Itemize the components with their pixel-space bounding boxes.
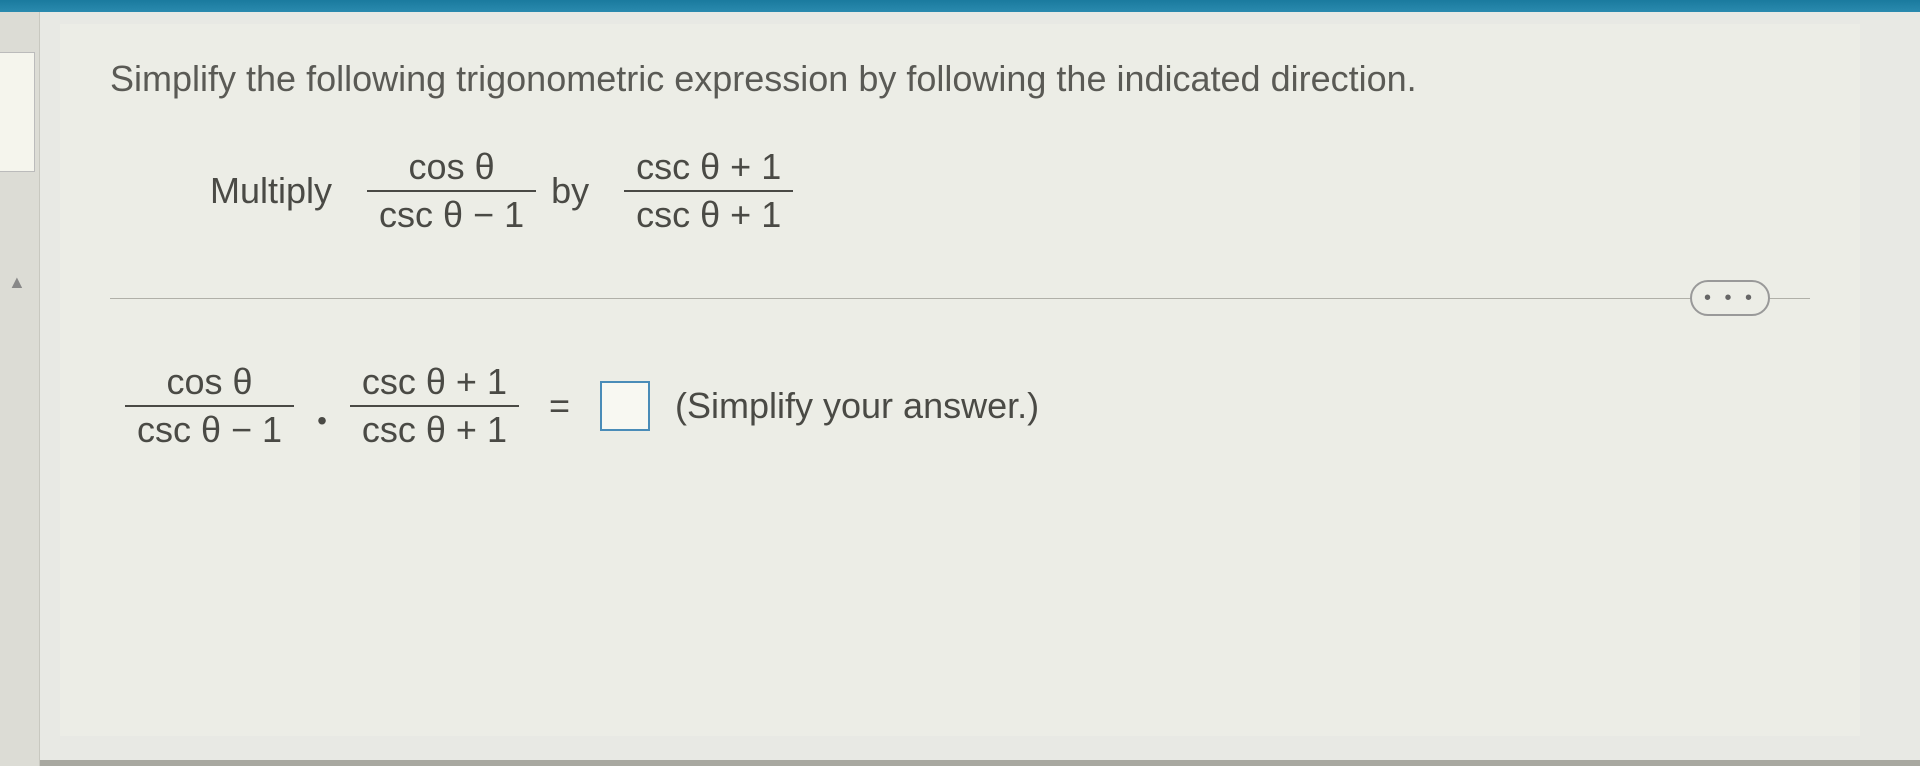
simplify-note: (Simplify your answer.)	[675, 385, 1039, 427]
answer-expression: cos θ csc θ − 1 • csc θ + 1 csc θ + 1 = …	[110, 359, 1810, 453]
more-options-button[interactable]: • • •	[1690, 280, 1770, 316]
ellipsis-icon: • • •	[1704, 287, 1756, 310]
frac2-denominator: csc θ + 1	[624, 190, 793, 238]
side-tab[interactable]	[0, 52, 35, 172]
instruction-text: Simplify the following trigonometric exp…	[110, 54, 1810, 104]
ans-frac1-denominator: csc θ − 1	[125, 405, 294, 453]
top-bar	[0, 0, 1920, 12]
question-content: Simplify the following trigonometric exp…	[60, 24, 1860, 736]
frac2-numerator: csc θ + 1	[624, 144, 793, 190]
ans-frac2-denominator: csc θ + 1	[350, 405, 519, 453]
multiply-direction: Multiply cos θ csc θ − 1 by csc θ + 1 cs…	[210, 144, 1810, 238]
multiply-label: Multiply	[210, 170, 332, 212]
ans-fraction-1: cos θ csc θ − 1	[125, 359, 294, 453]
multiplication-dot: •	[317, 405, 327, 437]
collapse-up-icon[interactable]: ▲	[8, 272, 26, 293]
frac1-numerator: cos θ	[397, 144, 507, 190]
by-label: by	[551, 170, 589, 212]
left-sidebar: ▲	[0, 12, 40, 766]
fraction-1: cos θ csc θ − 1	[367, 144, 536, 238]
fraction-2: csc θ + 1 csc θ + 1	[624, 144, 793, 238]
equals-sign: =	[549, 385, 570, 427]
ans-frac2-numerator: csc θ + 1	[350, 359, 519, 405]
divider: • • •	[110, 298, 1810, 299]
ans-fraction-2: csc θ + 1 csc θ + 1	[350, 359, 519, 453]
ans-frac1-numerator: cos θ	[155, 359, 265, 405]
answer-input[interactable]	[600, 381, 650, 431]
frac1-denominator: csc θ − 1	[367, 190, 536, 238]
bottom-border	[40, 760, 1920, 766]
